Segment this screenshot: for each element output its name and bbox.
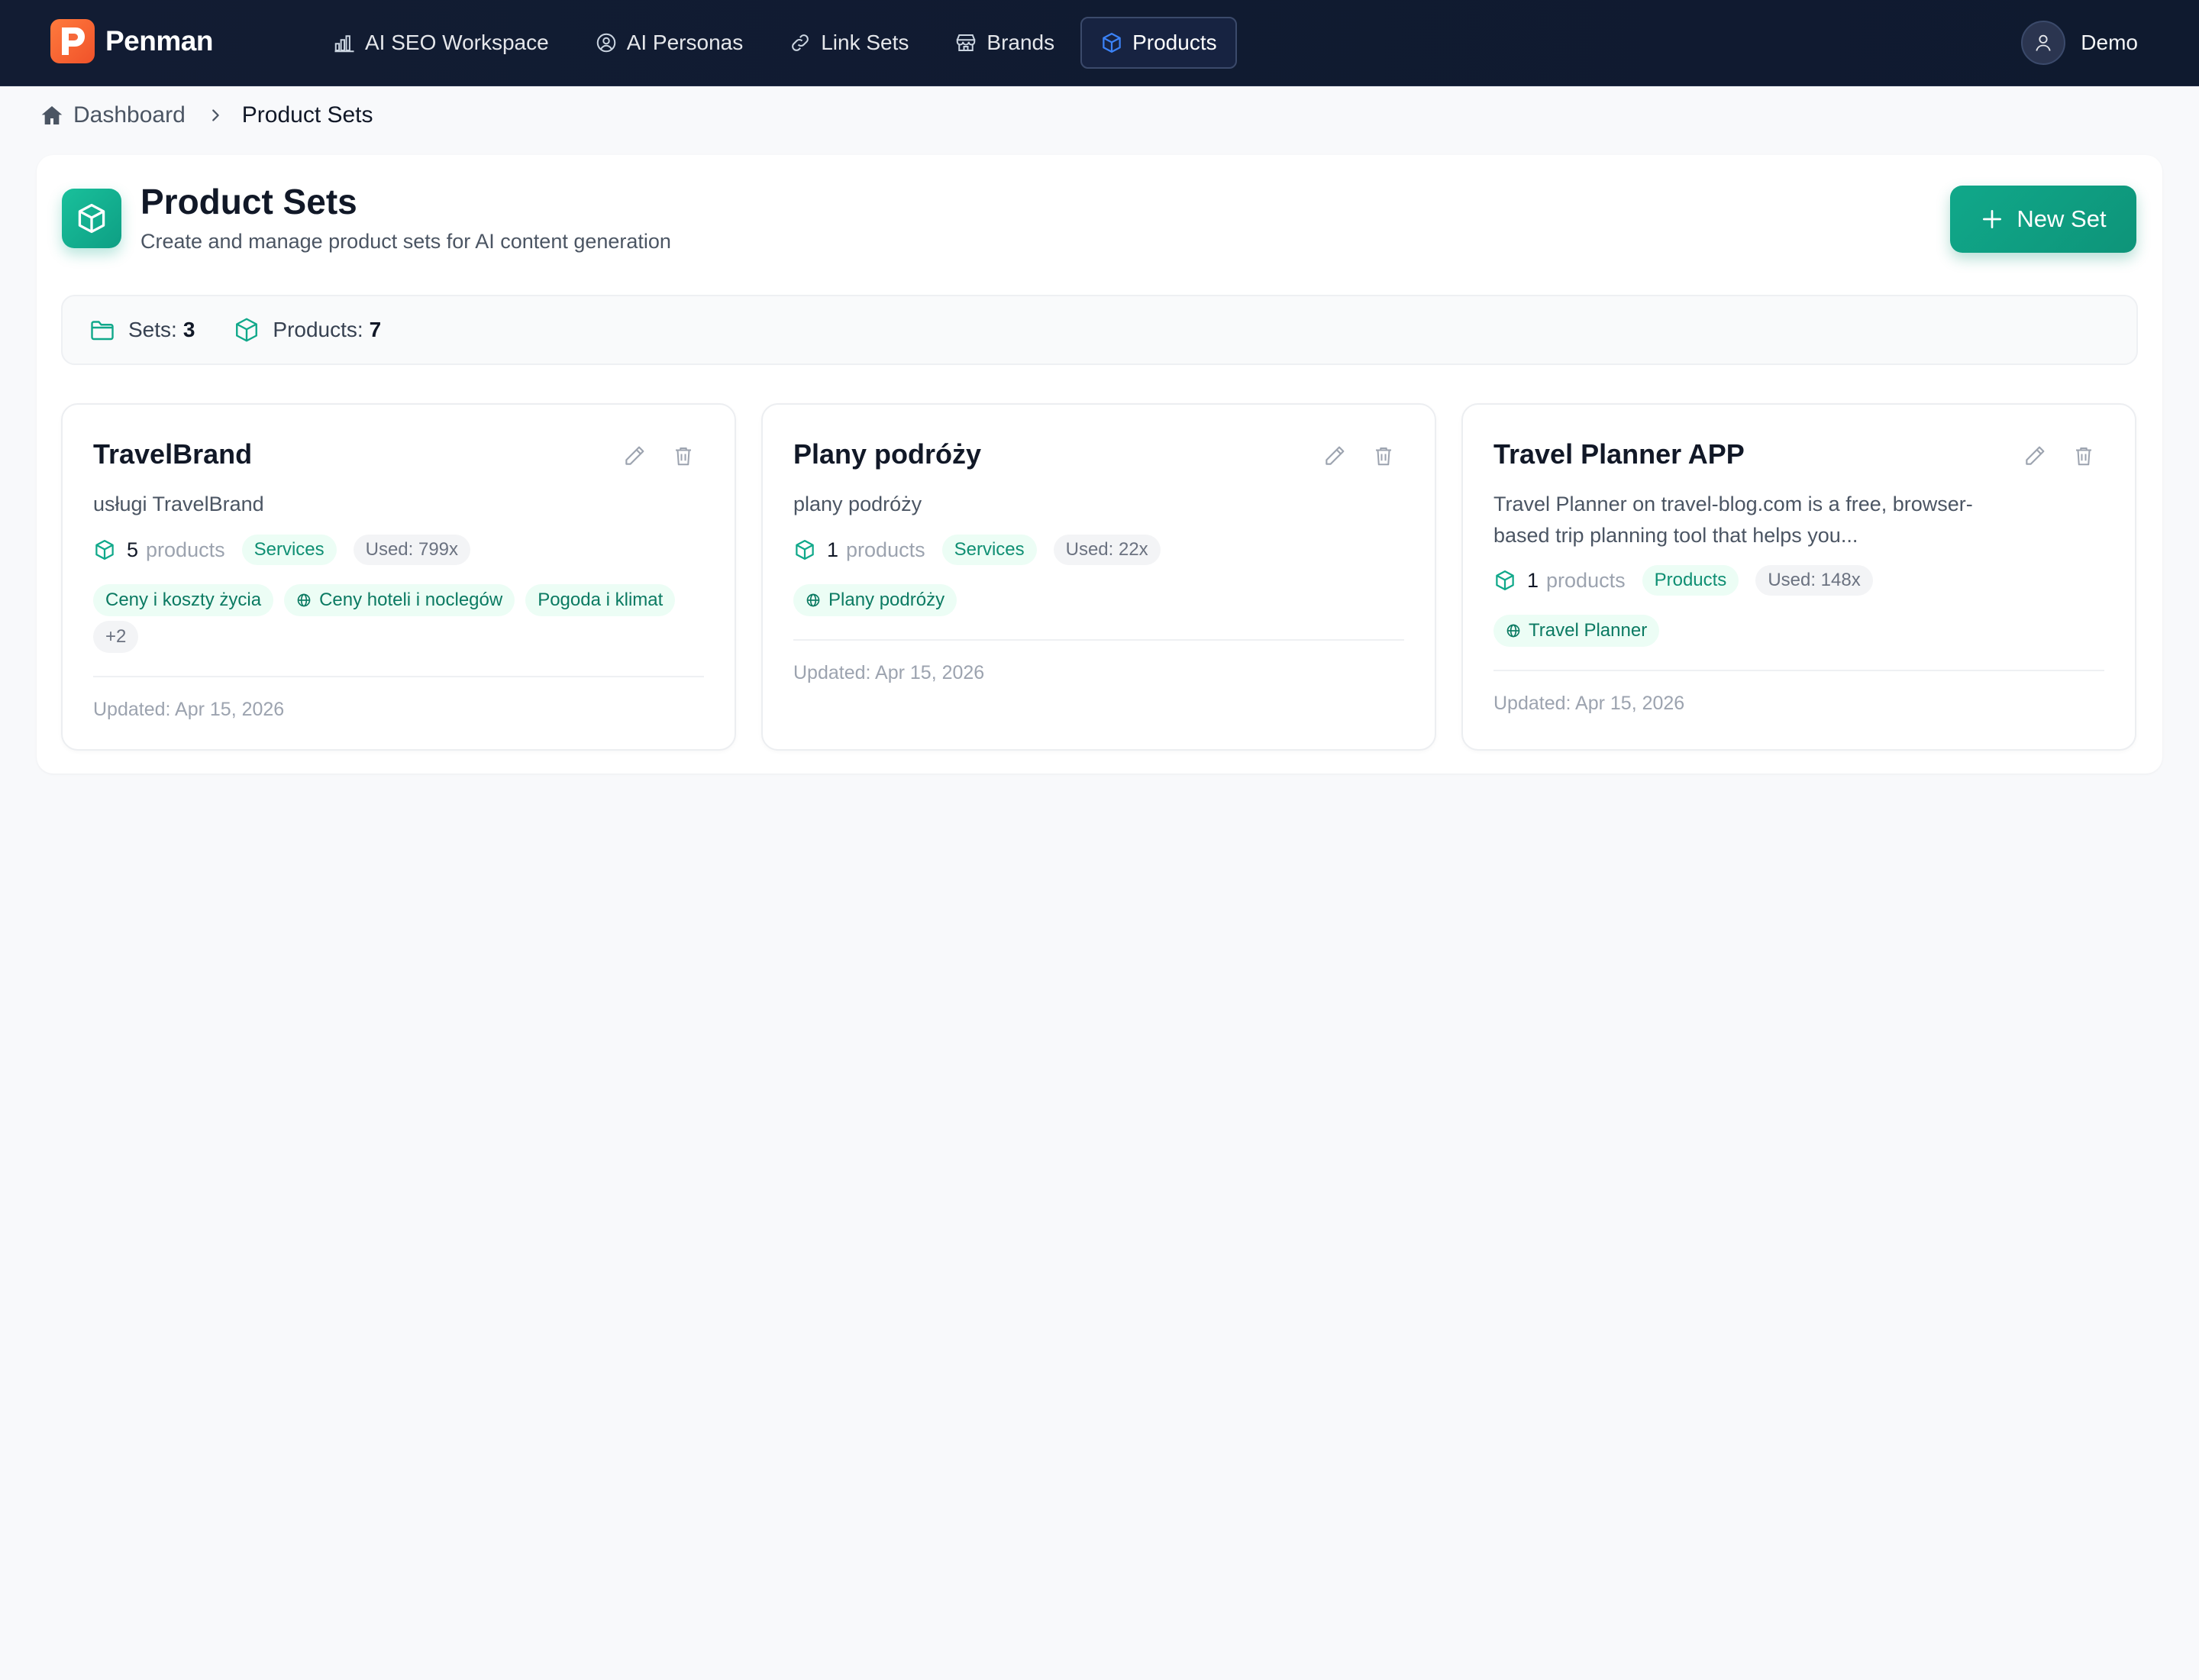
type-badge: Services [241, 535, 337, 565]
stat-products: Products: 7 [233, 316, 381, 344]
usage-badge: Used: 22x [1053, 535, 1161, 565]
trash-icon[interactable] [2071, 443, 2097, 469]
updated-date: Updated: Apr 15, 2026 [93, 699, 285, 720]
product-count: 1 products [1493, 569, 1626, 593]
cube-icon [236, 318, 258, 342]
nav-ai-personas[interactable]: AI Personas [575, 17, 764, 69]
type-badge: Products [1642, 565, 1739, 596]
new-set-button[interactable]: New Set [1950, 186, 2136, 253]
updated-date: Updated: Apr 15, 2026 [1493, 693, 1685, 714]
chevron-right-icon [207, 107, 224, 124]
divider [1493, 670, 2104, 671]
tag: Plany podróży [793, 584, 957, 616]
product-sets-panel: Product Sets Create and manage product s… [37, 155, 2162, 774]
product-count: 1 products [793, 538, 925, 562]
globe-icon [1506, 624, 1520, 638]
product-set-card[interactable]: TravelBrand usługi TravelBrand 5 product… [61, 403, 736, 751]
card-actions [1999, 443, 2097, 469]
divider [793, 639, 1404, 641]
link-icon [792, 34, 809, 51]
tag: Pogoda i klimat [525, 584, 676, 616]
card-actions [599, 443, 696, 469]
edit-icon[interactable] [1322, 443, 1348, 469]
card-meta: 1 products Services Used: 22x [793, 535, 1161, 565]
more-tags-badge[interactable]: +2 [93, 621, 139, 653]
user-icon [2036, 34, 2051, 51]
page-title: Product Sets [140, 182, 357, 221]
penman-logo-icon [50, 19, 95, 63]
nav-brands[interactable]: Brands [935, 17, 1074, 69]
card-title: TravelBrand [93, 438, 253, 470]
stats-bar: Sets: 3 Products: 7 [61, 295, 2138, 365]
breadcrumb-dashboard-link[interactable]: Dashboard [40, 102, 186, 128]
edit-icon[interactable] [2022, 443, 2048, 469]
updated-date: Updated: Apr 15, 2026 [793, 662, 985, 683]
cube-icon [1103, 33, 1121, 53]
type-badge: Services [941, 535, 1037, 565]
product-count: 5 products [93, 538, 225, 562]
card-meta: 1 products Products Used: 148x [1493, 565, 1873, 596]
usage-badge: Used: 148x [1755, 565, 1873, 596]
card-title: Plany podróży [793, 438, 982, 470]
product-set-card[interactable]: Travel Planner APP Travel Planner on tra… [1461, 403, 2136, 751]
globe-icon [806, 593, 820, 607]
tag: Travel Planner [1493, 615, 1660, 647]
divider [93, 676, 704, 677]
home-icon [41, 106, 63, 124]
tag: Ceny hoteli i noclegów [284, 584, 515, 616]
user-name: Demo [2081, 31, 2138, 54]
cube-icon [1496, 570, 1514, 590]
page-subtitle: Create and manage product sets for AI co… [140, 230, 671, 253]
card-tags: Plany podróży [793, 584, 1419, 621]
user-menu[interactable]: Demo [2021, 21, 2138, 65]
user-circle-icon [596, 33, 615, 53]
nav-link-sets[interactable]: Link Sets [769, 17, 928, 69]
app-name: Penman [105, 25, 213, 57]
plus-icon [1983, 210, 2002, 228]
breadcrumb-current: Product Sets [241, 102, 373, 128]
edit-icon[interactable] [622, 443, 647, 469]
app-logo[interactable]: Penman [50, 19, 213, 63]
card-tags: Travel Planner [1493, 615, 2120, 651]
usage-badge: Used: 799x [353, 535, 471, 565]
card-actions [1299, 443, 1397, 469]
card-description: Travel Planner on travel-blog.com is a f… [1493, 493, 1973, 547]
cube-icon [796, 540, 814, 560]
cube-icon [95, 540, 114, 560]
avatar [2021, 21, 2066, 65]
card-tags: Ceny i koszty życia Ceny hoteli i nocleg… [93, 584, 719, 657]
main-nav: AI SEO Workspace AI Personas Link Sets B… [313, 17, 1243, 69]
top-navbar: Penman AI SEO Workspace AI Personas Link… [0, 0, 2199, 86]
card-title: Travel Planner APP [1493, 438, 1745, 470]
card-description: plany podróży [793, 493, 922, 515]
bar-chart-icon [334, 35, 354, 53]
nav-ai-seo-workspace[interactable]: AI SEO Workspace [313, 17, 569, 69]
stat-sets: Sets: 3 [89, 316, 195, 344]
nav-products[interactable]: Products [1080, 17, 1237, 69]
trash-icon[interactable] [670, 443, 696, 469]
folder-icon [91, 321, 114, 341]
trash-icon[interactable] [1371, 443, 1397, 469]
tag: Ceny i koszty życia [93, 584, 274, 616]
store-icon [957, 34, 976, 51]
card-meta: 5 products Services Used: 799x [93, 535, 471, 565]
globe-icon [297, 593, 311, 607]
card-description: usługi TravelBrand [93, 493, 264, 515]
cube-icon [62, 189, 121, 248]
product-set-card[interactable]: Plany podróży plany podróży 1 products S… [761, 403, 1436, 751]
breadcrumb: Dashboard Product Sets [40, 102, 373, 128]
